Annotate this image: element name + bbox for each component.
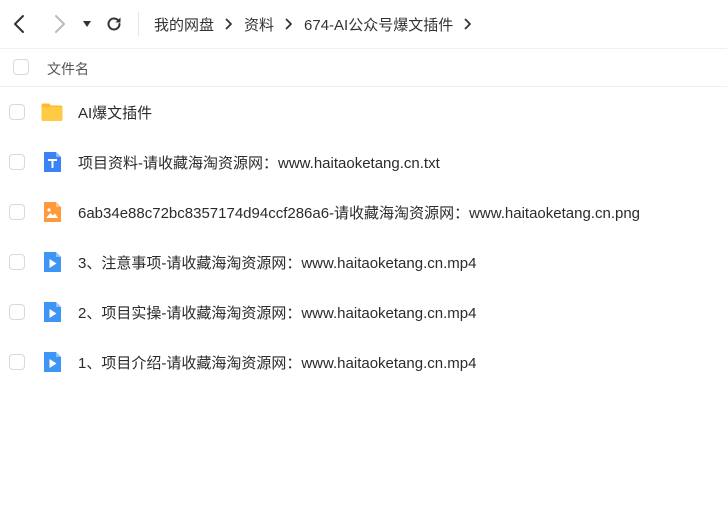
toolbar-divider xyxy=(138,12,139,36)
chevron-left-icon xyxy=(14,15,24,33)
list-header: 文件名 xyxy=(0,49,727,87)
row-checkbox[interactable] xyxy=(9,104,25,120)
row-checkbox[interactable] xyxy=(9,204,25,220)
list-item[interactable]: AI爆文插件 xyxy=(0,87,727,137)
refresh-icon xyxy=(107,17,121,31)
chevron-right-icon xyxy=(214,16,244,32)
list-item[interactable]: 6ab34e88c72bc8357174d94ccf286a6-请收藏海淘资源网… xyxy=(0,187,727,237)
file-list: AI爆文插件 项目资料-请收藏海淘资源网：www.haitaoketang.cn… xyxy=(0,87,727,387)
row-checkbox[interactable] xyxy=(9,254,25,270)
video-file-icon xyxy=(44,352,61,372)
breadcrumb-item-materials[interactable]: 资料 xyxy=(244,14,274,35)
list-item[interactable]: 2、项目实操-请收藏海淘资源网：www.haitaoketang.cn.mp4 xyxy=(0,287,727,337)
chevron-right-icon xyxy=(55,15,65,33)
file-browser-window: 我的网盘 资料 674-AI公众号爆文插件 文件名 AI爆文插件 项目资料-请收… xyxy=(0,0,727,506)
row-checkbox[interactable] xyxy=(9,304,25,320)
chevron-right-icon xyxy=(274,16,304,32)
image-file-icon xyxy=(44,202,61,222)
file-name: 1、项目介绍-请收藏海淘资源网：www.haitaoketang.cn.mp4 xyxy=(78,355,477,372)
breadcrumb-item-root[interactable]: 我的网盘 xyxy=(154,14,214,35)
row-checkbox[interactable] xyxy=(9,354,25,370)
file-name: 项目资料-请收藏海淘资源网：www.haitaoketang.cn.txt xyxy=(78,155,440,172)
chevron-right-icon xyxy=(453,16,483,32)
file-name: 3、注意事项-请收藏海淘资源网：www.haitaoketang.cn.mp4 xyxy=(78,255,477,272)
refresh-button[interactable] xyxy=(102,12,126,36)
file-name: AI爆文插件 xyxy=(78,105,153,122)
list-item[interactable]: 1、项目介绍-请收藏海淘资源网：www.haitaoketang.cn.mp4 xyxy=(0,337,727,387)
file-name: 2、项目实操-请收藏海淘资源网：www.haitaoketang.cn.mp4 xyxy=(78,305,477,322)
forward-button[interactable] xyxy=(47,12,71,36)
select-all-checkbox[interactable] xyxy=(13,59,29,75)
folder-icon xyxy=(41,103,63,121)
list-item[interactable]: 3、注意事项-请收藏海淘资源网：www.haitaoketang.cn.mp4 xyxy=(0,237,727,287)
toolbar: 我的网盘 资料 674-AI公众号爆文插件 xyxy=(0,0,727,49)
back-button[interactable] xyxy=(8,12,32,36)
column-header-filename[interactable]: 文件名 xyxy=(47,59,89,79)
text-file-icon xyxy=(44,152,61,172)
caret-down-icon xyxy=(83,21,91,27)
history-dropdown-button[interactable] xyxy=(78,12,96,36)
breadcrumb: 我的网盘 资料 674-AI公众号爆文插件 xyxy=(154,0,483,48)
video-file-icon xyxy=(44,302,61,322)
video-file-icon xyxy=(44,252,61,272)
list-item[interactable]: 项目资料-请收藏海淘资源网：www.haitaoketang.cn.txt xyxy=(0,137,727,187)
row-checkbox[interactable] xyxy=(9,154,25,170)
breadcrumb-item-current[interactable]: 674-AI公众号爆文插件 xyxy=(304,14,453,35)
file-name: 6ab34e88c72bc8357174d94ccf286a6-请收藏海淘资源网… xyxy=(78,205,641,222)
